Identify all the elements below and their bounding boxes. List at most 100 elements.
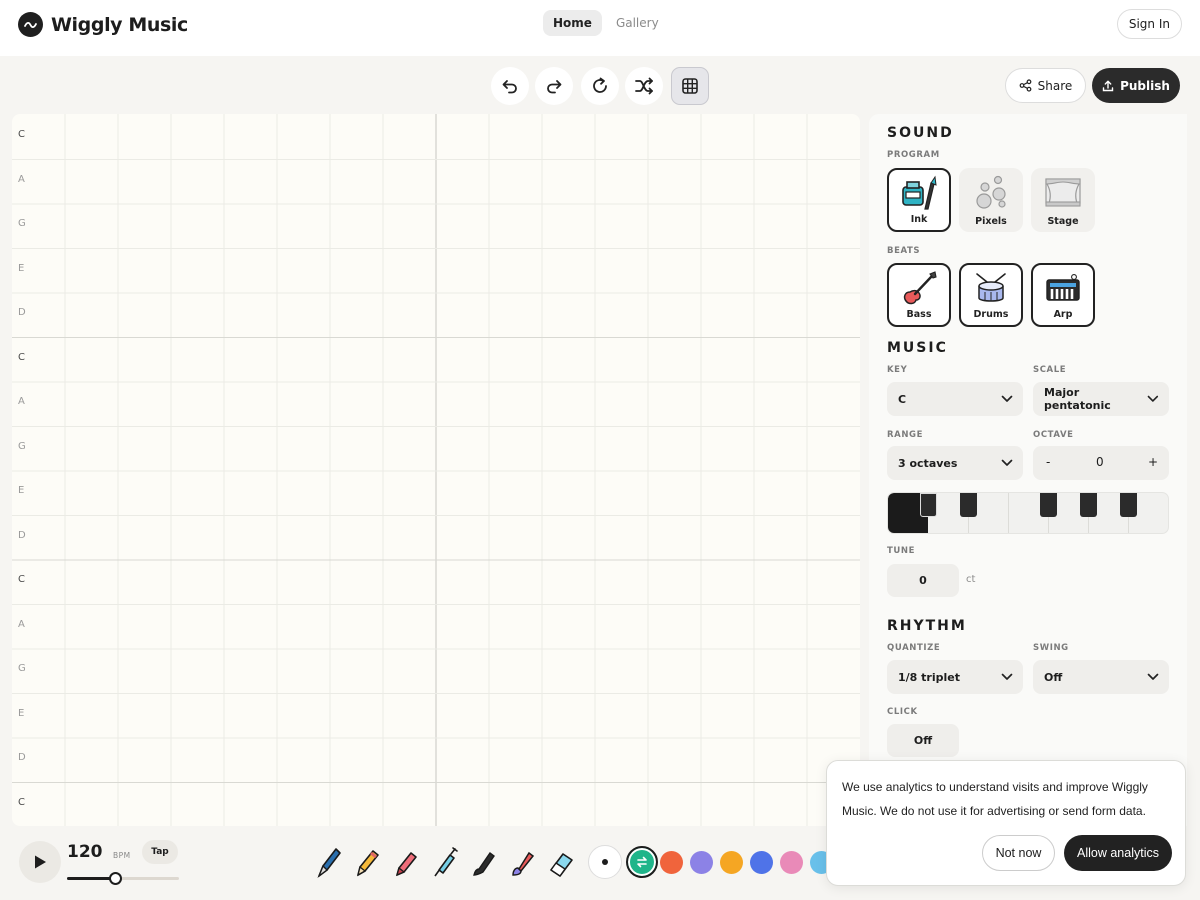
- color-swatch[interactable]: [780, 851, 803, 874]
- quantize-value: 1/8 triplet: [898, 670, 960, 684]
- decline-analytics-button[interactable]: Not now: [982, 835, 1055, 871]
- nav-tab-home[interactable]: Home: [543, 10, 602, 36]
- note-label: A: [18, 396, 25, 407]
- color-swatch[interactable]: [720, 851, 743, 874]
- note-label: G: [18, 663, 26, 674]
- fountain-pen-icon: [317, 848, 341, 879]
- key-select[interactable]: C: [887, 382, 1023, 416]
- program-stage-label: Stage: [1047, 216, 1079, 227]
- brush-dot-icon: [602, 859, 608, 865]
- play-button[interactable]: [19, 841, 61, 883]
- swing-label: SWING: [1033, 643, 1069, 653]
- chevron-down-icon: [1147, 395, 1159, 402]
- grid-lines: [12, 114, 860, 826]
- piano-keyboard[interactable]: [887, 492, 1169, 534]
- key-value: C: [898, 392, 907, 406]
- redo-icon: [547, 80, 562, 94]
- click-toggle[interactable]: Off: [887, 724, 959, 757]
- note-label: G: [18, 440, 26, 452]
- scale-select[interactable]: Major pentatonic: [1033, 382, 1169, 416]
- analytics-consent-banner: We use analytics to understand visits an…: [826, 760, 1186, 886]
- eraser-icon: [550, 853, 573, 877]
- brand[interactable]: Wiggly Music: [18, 12, 188, 37]
- beat-drums-card[interactable]: Drums: [959, 263, 1023, 327]
- quantize-select[interactable]: 1/8 triplet: [887, 660, 1023, 694]
- note-label: E: [18, 707, 25, 719]
- note-label: A: [18, 618, 25, 630]
- tempo-slider-fill: [67, 877, 116, 880]
- upload-icon: [1102, 80, 1114, 91]
- beat-bass-card[interactable]: Bass: [887, 263, 951, 327]
- snare-drum-icon: [976, 273, 1006, 302]
- tune-input[interactable]: 0: [887, 564, 959, 597]
- program-stage-card[interactable]: Stage: [1031, 168, 1095, 232]
- play-icon: [35, 855, 46, 869]
- fountain-pen-tool[interactable]: [311, 842, 345, 882]
- eraser-tool[interactable]: [544, 842, 578, 882]
- program-ink-card[interactable]: Ink: [887, 168, 951, 232]
- ink-brush-tool[interactable]: [466, 842, 500, 882]
- color-swatch[interactable]: [690, 851, 713, 874]
- color-swatch-selected[interactable]: [626, 846, 658, 878]
- swing-select[interactable]: Off: [1033, 660, 1169, 694]
- beat-bass-label: Bass: [906, 309, 932, 320]
- note-label: D: [18, 752, 26, 763]
- paint-brush-tool[interactable]: [505, 842, 539, 882]
- octave-value: 0: [1096, 455, 1104, 469]
- bpm-value[interactable]: 120: [67, 842, 103, 862]
- tap-tempo-button[interactable]: Tap: [142, 840, 178, 864]
- publish-label: Publish: [1120, 78, 1170, 93]
- click-label: CLICK: [887, 707, 918, 717]
- note-grid-canvas[interactable]: C A G E D C A G E D C A G E D C: [12, 114, 860, 826]
- color-swatch[interactable]: [660, 851, 683, 874]
- marker-tool[interactable]: [388, 842, 422, 882]
- tune-label: TUNE: [887, 546, 916, 556]
- restart-button[interactable]: [581, 67, 619, 105]
- color-swatch[interactable]: [750, 851, 773, 874]
- black-key[interactable]: [920, 493, 937, 517]
- chevron-down-icon: [1001, 459, 1013, 466]
- quantize-label: QUANTIZE: [887, 643, 941, 653]
- range-select[interactable]: 3 octaves: [887, 446, 1023, 480]
- pixels-bubbles-icon: [976, 175, 1006, 209]
- pencil-tool[interactable]: [349, 842, 383, 882]
- program-label: PROGRAM: [887, 150, 940, 160]
- sign-in-button[interactable]: Sign In: [1116, 9, 1182, 39]
- grid-toggle-button[interactable]: [671, 67, 709, 105]
- tempo-slider-thumb[interactable]: [109, 872, 123, 885]
- syringe-pen-tool[interactable]: [427, 842, 461, 882]
- allow-analytics-button[interactable]: Allow analytics: [1064, 835, 1172, 871]
- octave-increment-button[interactable]: +: [1148, 455, 1158, 469]
- program-pixels-card[interactable]: Pixels: [959, 168, 1023, 232]
- black-key[interactable]: [960, 493, 977, 517]
- shuffle-button[interactable]: [625, 67, 663, 105]
- beat-arp-card[interactable]: Arp: [1031, 263, 1095, 327]
- ink-pen-icon: [902, 175, 937, 210]
- note-label: C: [18, 351, 25, 363]
- keyboard-synth-icon: [1046, 274, 1080, 301]
- share-button[interactable]: Share: [1005, 68, 1086, 103]
- pencil-icon: [356, 850, 379, 877]
- top-navigation: Wiggly Music Home Gallery Sign In: [0, 0, 1200, 56]
- note-label: E: [18, 262, 25, 274]
- chevron-down-icon: [1147, 673, 1159, 680]
- black-key[interactable]: [1040, 493, 1057, 517]
- settings-panel: SOUND PROGRAM Ink Pixels Stage BEATS Bas…: [869, 114, 1187, 826]
- brush-size-button[interactable]: [588, 845, 622, 879]
- nav-tab-gallery[interactable]: Gallery: [606, 10, 669, 36]
- program-ink-label: Ink: [910, 214, 928, 225]
- note-label: A: [18, 173, 25, 185]
- key-label: KEY: [887, 365, 908, 375]
- syringe-pen-icon: [434, 847, 458, 877]
- rhythm-section-title: RHYTHM: [887, 618, 967, 634]
- black-key[interactable]: [1080, 493, 1097, 517]
- black-key[interactable]: [1120, 493, 1137, 517]
- undo-button[interactable]: [491, 67, 529, 105]
- note-label: D: [18, 307, 26, 318]
- publish-button[interactable]: Publish: [1092, 68, 1180, 103]
- redo-button[interactable]: [535, 67, 573, 105]
- shuffle-icon: [635, 77, 653, 95]
- ink-brush-icon: [473, 852, 495, 876]
- octave-decrement-button[interactable]: -: [1046, 455, 1050, 469]
- tempo-slider[interactable]: [67, 872, 179, 885]
